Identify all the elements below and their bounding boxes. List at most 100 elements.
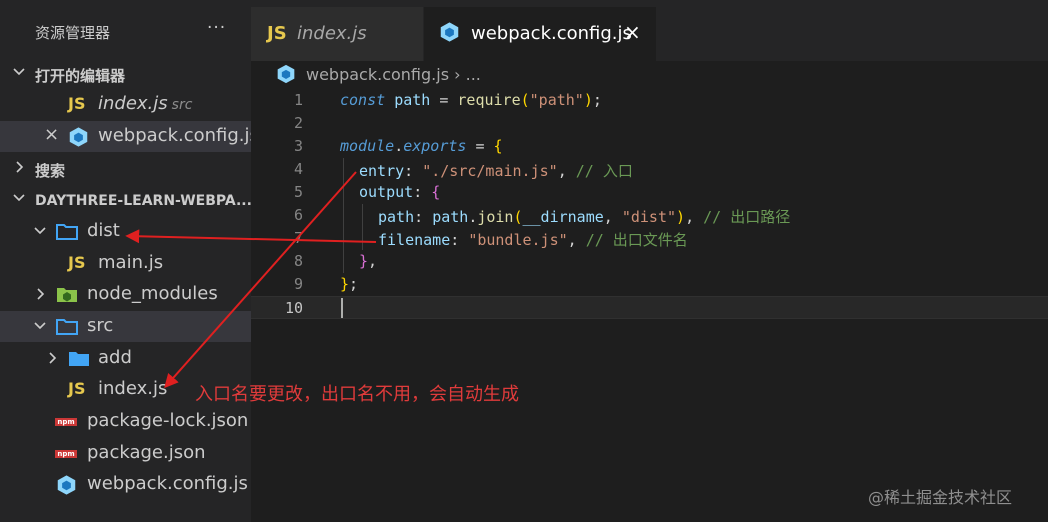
explorer-title: 资源管理器 [35,24,111,42]
token: "bundle.js" [468,231,568,249]
js-file-icon: JS [267,23,287,44]
token: : [404,162,423,180]
tree-file-package-json[interactable]: npm package.json [0,438,251,469]
token: "dist" [621,208,677,226]
token: join [477,208,514,226]
tree-folder-node-modules[interactable]: node_modules [0,279,251,310]
search-section[interactable]: 搜索 [0,156,251,184]
explorer-header: 资源管理器 ··· [0,0,251,61]
chevron-right-icon [49,352,57,364]
token: : [414,208,433,226]
webpack-icon [277,64,295,84]
breadcrumb-file[interactable]: webpack.config.js [306,65,449,84]
folder-icon [56,319,78,335]
token: require [457,91,521,109]
code-line-7: 7 filename: "bundle.js", // 出口文件名 [251,227,1048,250]
token: exports [403,137,467,155]
tree-file-webpack-config[interactable]: webpack.config.js [0,469,251,500]
close-editor-icon[interactable]: × [44,124,59,145]
open-editor-name: webpack.config.js [98,125,259,146]
node-folder-icon [57,288,77,302]
js-file-icon: JS [68,379,86,398]
tree-file-package-lock[interactable]: npm package-lock.json [0,406,251,437]
token: ; [592,91,602,109]
tree-folder-src[interactable]: src [0,311,251,342]
chevron-down-icon [13,194,25,202]
token: { [493,137,503,155]
code-line-6: 6 path: path.join(__dirname, "dist"), //… [251,204,1048,227]
js-file-icon: JS [68,94,86,113]
open-editors-section[interactable]: 打开的编辑器 [0,61,251,89]
more-actions-icon[interactable]: ··· [207,18,226,38]
npm-icon: npm [55,418,77,426]
token: ( [513,208,523,226]
tree-item-label: package.json [87,442,206,463]
npm-icon: npm [55,450,77,458]
token: // 出口路径 [703,208,791,226]
token: = [466,137,494,155]
tree-item-label: src [87,315,114,336]
token: { [431,183,441,201]
chevron-down-icon [34,322,46,330]
line-number: 6 [293,206,303,224]
code-line-10: 10 [251,296,1048,319]
code-line-3: 3 module.exports = { [251,135,1048,158]
tree-item-label: main.js [98,252,164,273]
tree-folder-dist[interactable]: dist [0,216,251,247]
tree-item-label: node_modules [87,283,218,304]
token: __dirname [522,208,604,226]
token: output [359,183,414,201]
webpack-icon [69,127,88,147]
folder-icon [56,224,78,240]
token: filename [378,231,451,249]
chevron-down-icon [34,227,46,235]
tree-file-main-js[interactable]: JS main.js [0,248,251,279]
chevron-right-icon [16,161,24,173]
tree-item-label: add [98,347,132,368]
code-editor[interactable]: 1 const path = require("path"); 2 3 modu… [251,89,1048,522]
token: ) [583,91,593,109]
explorer-sidebar: 资源管理器 ··· 打开的编辑器 JS index.js src × webpac… [0,0,259,522]
folder-icon [69,352,89,366]
token: path [394,91,431,109]
tree-item-label: package-lock.json [87,410,249,431]
watermark: @稀土掘金技术社区 [868,488,1013,507]
line-number: 2 [293,114,303,132]
open-editor-webpack-config[interactable]: × webpack.config.js [0,121,259,152]
webpack-icon [440,22,459,42]
tab-webpack-config[interactable]: webpack.config.js × [424,7,656,61]
close-tab-icon[interactable]: × [624,20,641,44]
breadcrumb-symbols[interactable]: ... [466,65,481,84]
token: , [603,208,622,226]
open-editor-folder-hint: src [171,97,193,113]
project-section[interactable]: DAYTHREE-LEARN-WEBPA... [0,187,252,215]
token: path [432,208,469,226]
code-line-9: 9 }; [251,273,1048,296]
breadcrumb-separator: › [454,65,461,84]
search-section-label: 搜索 [35,162,66,180]
open-editor-index-js[interactable]: JS index.js src [0,89,251,120]
token: } [359,252,369,270]
token: const [340,91,386,109]
tree-item-label: dist [87,220,120,241]
token: module [340,137,395,155]
tree-folder-add[interactable]: add [0,343,251,374]
token: . [468,208,478,226]
line-number: 7 [293,229,303,247]
code-line-1: 1 const path = require("path"); [251,89,1048,112]
tree-item-label: index.js [98,378,168,399]
token: // 出口文件名 [585,231,688,249]
line-number: 9 [293,275,303,293]
open-editors-label: 打开的编辑器 [35,67,126,85]
chevron-down-icon [13,68,25,76]
tab-label: webpack.config.js [471,23,632,44]
code-line-5: 5 output: { [251,181,1048,204]
open-editor-name: index.js [98,93,168,114]
token: "./src/main.js" [422,162,558,180]
token: "path" [529,91,584,109]
tab-index-js[interactable]: JS index.js [251,7,423,61]
token: ) [676,208,686,226]
tree-item-label: webpack.config.js [87,473,248,494]
token: ( [520,91,530,109]
token: // 入口 [575,162,633,180]
